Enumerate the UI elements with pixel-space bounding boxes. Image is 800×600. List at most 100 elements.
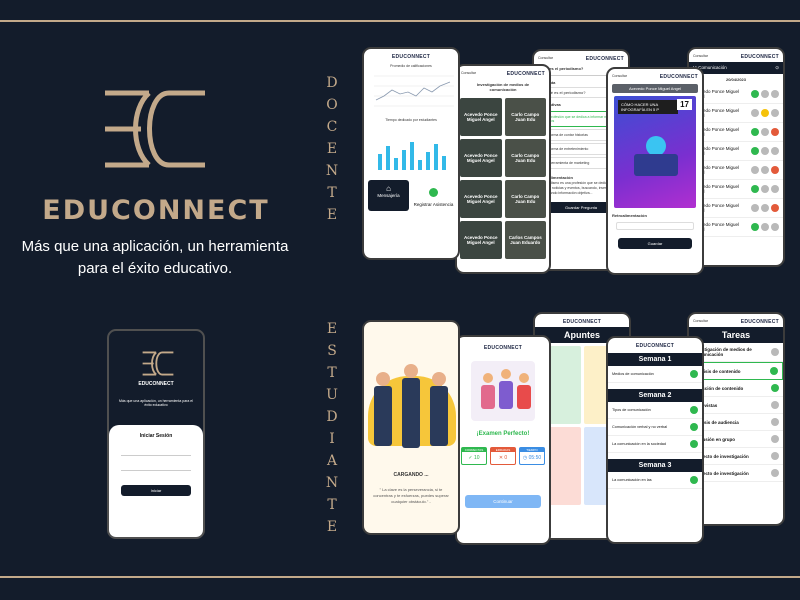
chevron-down-icon: ⊙: [775, 65, 779, 70]
lesson-label: La comunicación en la sociedad: [612, 442, 667, 446]
students-screen: Consultar EDUCONNECT Investigación de me…: [455, 64, 551, 274]
status-icon[interactable]: [761, 128, 769, 136]
status-icon[interactable]: [761, 185, 769, 193]
brand-title: EDUCONNECT: [42, 195, 270, 226]
estudiante-letter: I: [329, 431, 335, 447]
feedback-input[interactable]: [616, 222, 694, 230]
late-icon[interactable]: [761, 109, 769, 117]
chat-icon: ⌂: [386, 184, 391, 193]
username-field[interactable]: [121, 447, 191, 456]
password-field[interactable]: [121, 462, 191, 471]
done-icon: [690, 423, 698, 431]
status-icon[interactable]: [751, 109, 759, 117]
lesson-item[interactable]: Comunicación verbal y no verbal: [608, 419, 702, 436]
status-icon[interactable]: [771, 90, 779, 98]
lesson-item[interactable]: La comunicación en las: [608, 472, 702, 489]
exam-result-screen: EDUCONNECT ¡Examen Perfecto! CORRECTAS ✓…: [455, 335, 551, 545]
lesson-label: Medios de comunicación: [612, 372, 654, 376]
lesson-label: Tipos de comunicación: [612, 408, 651, 412]
pending-icon: [771, 348, 779, 356]
student-card[interactable]: Acevedo Ponce Miguel Angel: [460, 98, 502, 136]
present-icon[interactable]: [751, 147, 759, 155]
pending-icon: [771, 469, 779, 477]
docente-letter: E: [326, 207, 338, 223]
docente-letter: C: [326, 119, 338, 135]
done-icon: [690, 476, 698, 484]
estudiante-letter: A: [326, 453, 338, 469]
continue-button[interactable]: Continuar: [465, 495, 541, 508]
present-icon[interactable]: [751, 90, 759, 98]
messages-button[interactable]: ⌂ Mensajería: [368, 180, 409, 211]
infographic-image: CÓMO HACER UNA INFOGRAFÍA EN 5 P 17: [614, 96, 696, 208]
lesson-item[interactable]: Tipos de comunicación: [608, 402, 702, 419]
status-icon[interactable]: [761, 166, 769, 174]
status-icon[interactable]: [771, 109, 779, 117]
estudiante-letter: N: [325, 475, 339, 491]
teacher-dashboard-screen: EDUCONNECT Promedio de calificaciones Ti…: [362, 47, 460, 260]
student-card[interactable]: Carlo Campo Juan Edu: [504, 139, 546, 177]
lesson-item[interactable]: Medios de comunicación: [608, 366, 702, 383]
student-card[interactable]: Acevedo Ponce Miguel Angel: [460, 221, 502, 259]
estudiante-letter: T: [327, 497, 337, 513]
weeks-screen: EDUCONNECT Semana 1 Medios de comunicaci…: [606, 336, 704, 544]
absent-icon[interactable]: [771, 166, 779, 174]
docente-letter: D: [326, 75, 338, 91]
status-icon[interactable]: [761, 204, 769, 212]
lesson-item[interactable]: La comunicación en la sociedad: [608, 436, 702, 453]
top-divider: [0, 20, 800, 22]
present-icon[interactable]: [751, 128, 759, 136]
pending-icon: [771, 452, 779, 460]
estudiante-letter: S: [327, 343, 337, 359]
student-card[interactable]: Carlo Campo Juan Edu: [504, 180, 546, 218]
done-icon: [771, 384, 779, 392]
brand-tagline: Más que una aplicación, un herramienta p…: [21, 238, 289, 277]
present-icon[interactable]: [751, 185, 759, 193]
login-button[interactable]: Iniciar: [121, 485, 191, 496]
docente-letter: O: [326, 97, 338, 113]
status-icon[interactable]: [771, 223, 779, 231]
lesson-label: La comunicación en las: [612, 478, 652, 482]
save-button[interactable]: Guardar: [618, 238, 692, 249]
estudiante-letter: D: [326, 409, 338, 425]
done-icon: [690, 406, 698, 414]
loading-screen: CARGANDO ... " La clave es la perseveran…: [362, 320, 460, 535]
student-card[interactable]: Acevedo Ponce Miguel Angel: [460, 139, 502, 177]
grades-line-chart: [374, 75, 454, 107]
pending-icon: [771, 418, 779, 426]
pending-icon: [771, 435, 779, 443]
time-bar-chart: [378, 142, 446, 170]
lesson-label: Comunicación verbal y no verbal: [612, 425, 668, 429]
students-illustration: [368, 356, 456, 456]
done-icon: [770, 367, 778, 375]
absent-icon[interactable]: [771, 128, 779, 136]
done-icon: [690, 370, 698, 378]
estudiante-letter: T: [327, 365, 337, 381]
login-screen: EDUCONNECT Más que una aplicación, un he…: [107, 329, 205, 539]
present-icon[interactable]: [751, 223, 759, 231]
status-icon[interactable]: [771, 147, 779, 155]
docente-vertical-label: DOCENTE: [322, 72, 342, 226]
docente-letter: N: [325, 163, 339, 179]
login-title: Iniciar Sesión: [139, 433, 173, 439]
student-card[interactable]: Carlo Campo Juan Edu: [504, 98, 546, 136]
status-icon[interactable]: [751, 204, 759, 212]
estudiante-letter: E: [326, 519, 338, 535]
status-icon[interactable]: [761, 147, 769, 155]
student-card[interactable]: Carlos Campos Juan Eduardo: [504, 221, 546, 259]
upload-screen: Consultar EDUCONNECT Acevedo Ponce Migue…: [606, 67, 704, 275]
student-card[interactable]: Acevedo Ponce Miguel Angel: [460, 180, 502, 218]
attendance-button[interactable]: Registrar Asistencia: [413, 180, 454, 211]
status-icon[interactable]: [751, 166, 759, 174]
celebration-image: [471, 361, 535, 421]
absent-icon[interactable]: [771, 204, 779, 212]
educonnect-logo-small: [142, 351, 174, 376]
estudiante-vertical-label: ESTUDIANTE: [322, 318, 342, 538]
task-label: Análisis de contenido: [694, 368, 741, 374]
estudiante-letter: U: [326, 387, 338, 403]
estudiante-letter: E: [326, 321, 338, 337]
pending-icon: [771, 401, 779, 409]
status-icon[interactable]: [761, 90, 769, 98]
educonnect-logo: [105, 90, 205, 168]
status-icon[interactable]: [761, 223, 769, 231]
status-icon[interactable]: [771, 185, 779, 193]
